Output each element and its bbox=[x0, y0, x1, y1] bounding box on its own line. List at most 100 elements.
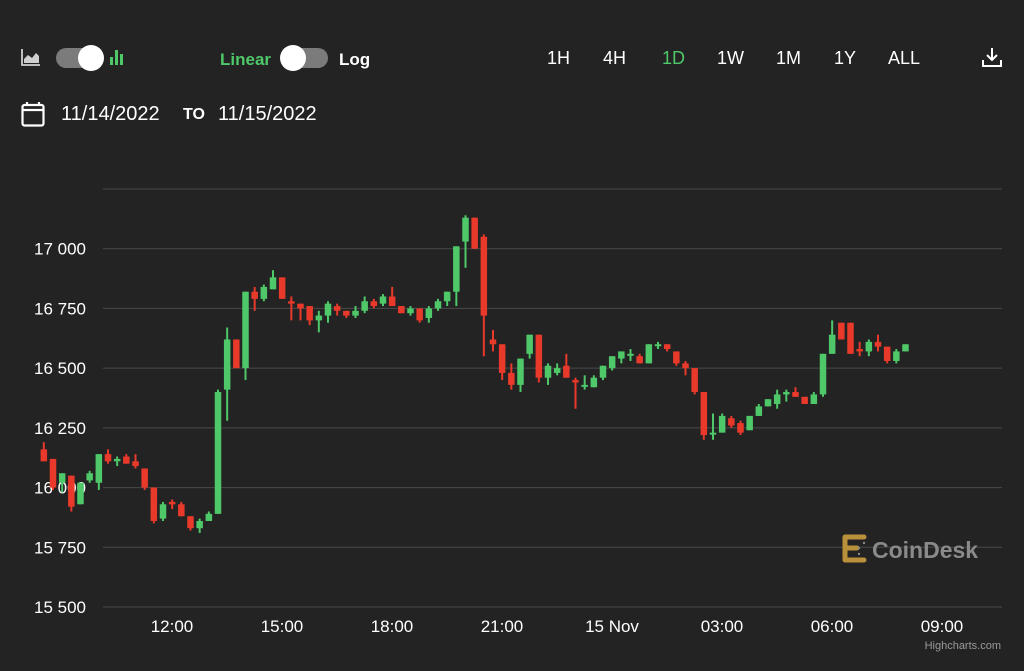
candle-up[interactable] bbox=[764, 399, 772, 407]
candle-up[interactable] bbox=[709, 413, 717, 440]
candle-down[interactable] bbox=[416, 308, 423, 323]
candle-up[interactable] bbox=[77, 482, 84, 505]
candle-down[interactable] bbox=[141, 468, 148, 490]
candle-up[interactable] bbox=[434, 298, 442, 311]
candle-up[interactable] bbox=[893, 349, 900, 364]
candle-down[interactable] bbox=[398, 306, 405, 314]
candle-down[interactable] bbox=[40, 442, 48, 462]
candle-up[interactable] bbox=[544, 363, 552, 385]
candle-up[interactable] bbox=[865, 339, 873, 357]
candle-down[interactable] bbox=[728, 415, 735, 428]
candle-down[interactable] bbox=[343, 310, 350, 318]
candle-body bbox=[728, 418, 735, 426]
candle-up[interactable] bbox=[407, 306, 414, 316]
candle-down[interactable] bbox=[847, 322, 854, 354]
candle-down[interactable] bbox=[168, 499, 176, 510]
y-axis-labels: 15 50015 75016 00016 25016 50016 75017 0… bbox=[34, 240, 86, 617]
candle-up[interactable] bbox=[654, 341, 662, 350]
candle-down[interactable] bbox=[498, 344, 506, 381]
candle-up[interactable] bbox=[379, 294, 387, 307]
highcharts-credits[interactable]: Highcharts.com bbox=[925, 640, 1001, 652]
candle-down[interactable] bbox=[297, 303, 304, 321]
candle-up[interactable] bbox=[95, 454, 103, 490]
candle-down[interactable] bbox=[333, 303, 341, 316]
candle-down[interactable] bbox=[49, 458, 57, 490]
candle-up[interactable] bbox=[361, 296, 368, 314]
candle-up[interactable] bbox=[828, 320, 836, 354]
candle-down[interactable] bbox=[471, 217, 478, 249]
candle-down[interactable] bbox=[883, 346, 891, 364]
candle-down[interactable] bbox=[563, 353, 570, 378]
candle-up[interactable] bbox=[453, 246, 460, 307]
candle-down[interactable] bbox=[792, 387, 799, 397]
candle-down[interactable] bbox=[388, 286, 396, 307]
candle-up[interactable] bbox=[260, 284, 268, 302]
candle-up[interactable] bbox=[214, 389, 222, 514]
candle-down[interactable] bbox=[370, 298, 378, 309]
candle-down[interactable] bbox=[132, 454, 139, 469]
candle-up[interactable] bbox=[462, 215, 469, 268]
candle-down[interactable] bbox=[682, 360, 689, 376]
candle-down[interactable] bbox=[104, 449, 112, 464]
candle-up[interactable] bbox=[159, 501, 167, 522]
candle-down[interactable] bbox=[187, 516, 194, 531]
candle-down[interactable] bbox=[801, 396, 808, 404]
candle-up[interactable] bbox=[783, 389, 790, 402]
candle-down[interactable] bbox=[233, 339, 240, 369]
candle-down[interactable] bbox=[508, 363, 515, 390]
candle-up[interactable] bbox=[526, 334, 533, 359]
candle-up[interactable] bbox=[196, 518, 203, 533]
candle-down[interactable] bbox=[306, 306, 313, 326]
candle-up[interactable] bbox=[553, 363, 561, 376]
candle-down[interactable] bbox=[673, 351, 680, 366]
candle-body bbox=[755, 406, 763, 416]
candle-up[interactable] bbox=[599, 365, 607, 381]
candle-down[interactable] bbox=[68, 475, 75, 512]
candle-down[interactable] bbox=[480, 234, 488, 357]
candle-down[interactable] bbox=[874, 334, 882, 352]
candle-up[interactable] bbox=[902, 344, 909, 352]
candle-up[interactable] bbox=[223, 327, 231, 421]
candle-up[interactable] bbox=[425, 306, 433, 323]
candle-up[interactable] bbox=[269, 270, 277, 290]
candle-up[interactable] bbox=[205, 511, 213, 522]
candle-down[interactable] bbox=[150, 487, 158, 524]
candle-up[interactable] bbox=[581, 375, 588, 390]
candle-down[interactable] bbox=[838, 322, 845, 340]
candle-down[interactable] bbox=[663, 344, 671, 352]
candle-up[interactable] bbox=[315, 310, 323, 333]
candle-up[interactable] bbox=[113, 456, 121, 467]
candle-up[interactable] bbox=[645, 344, 653, 364]
candle-up[interactable] bbox=[718, 413, 726, 433]
candle-up[interactable] bbox=[819, 353, 827, 397]
candle-down[interactable] bbox=[700, 392, 708, 440]
candle-down[interactable] bbox=[691, 368, 698, 395]
candle-body bbox=[150, 487, 158, 522]
candle-up[interactable] bbox=[746, 415, 753, 431]
candle-down[interactable] bbox=[737, 420, 744, 436]
candle-up[interactable] bbox=[242, 291, 249, 381]
candle-down[interactable] bbox=[489, 329, 497, 352]
candle-up[interactable] bbox=[810, 392, 818, 404]
candle-up[interactable] bbox=[755, 403, 763, 416]
candle-up[interactable] bbox=[443, 291, 451, 307]
candle-up[interactable] bbox=[627, 349, 634, 361]
candle-up[interactable] bbox=[517, 358, 524, 393]
candle-up[interactable] bbox=[86, 470, 93, 483]
candle-up[interactable] bbox=[773, 389, 781, 409]
candle-down[interactable] bbox=[178, 501, 185, 517]
candle-body bbox=[425, 308, 433, 318]
candle-down[interactable] bbox=[278, 277, 286, 299]
candle-down[interactable] bbox=[636, 353, 643, 364]
candle-up[interactable] bbox=[352, 306, 359, 318]
candle-up[interactable] bbox=[590, 375, 598, 388]
candle-down[interactable] bbox=[856, 341, 863, 357]
candle-body bbox=[636, 356, 643, 364]
candle-down[interactable] bbox=[123, 454, 130, 464]
candle-down[interactable] bbox=[251, 286, 258, 311]
candle-down[interactable] bbox=[535, 334, 543, 383]
candle-up[interactable] bbox=[324, 301, 332, 323]
candle-body bbox=[159, 504, 167, 519]
candle-up[interactable] bbox=[618, 351, 625, 364]
candle-down[interactable] bbox=[572, 377, 579, 409]
